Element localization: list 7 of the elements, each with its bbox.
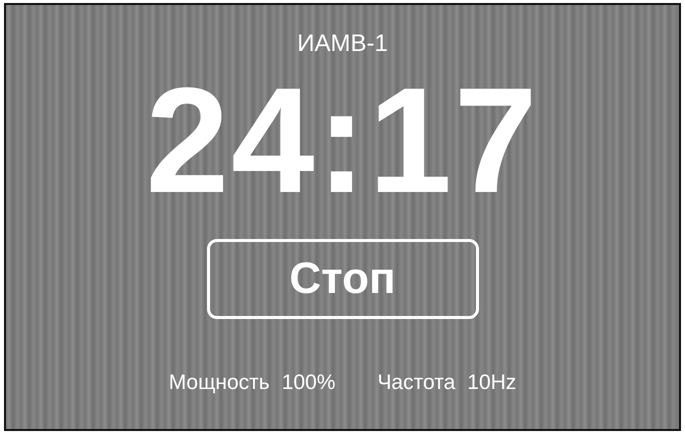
stat-label: Мощность xyxy=(168,371,270,395)
stat-value: 10Hz xyxy=(467,371,516,395)
stop-button[interactable]: Стоп xyxy=(206,239,478,319)
timer-display: 24:17 xyxy=(146,65,540,215)
device-title: ИАМВ-1 xyxy=(297,29,388,59)
stat-label: Частота xyxy=(377,371,456,395)
stat-value: 100% xyxy=(282,371,336,395)
